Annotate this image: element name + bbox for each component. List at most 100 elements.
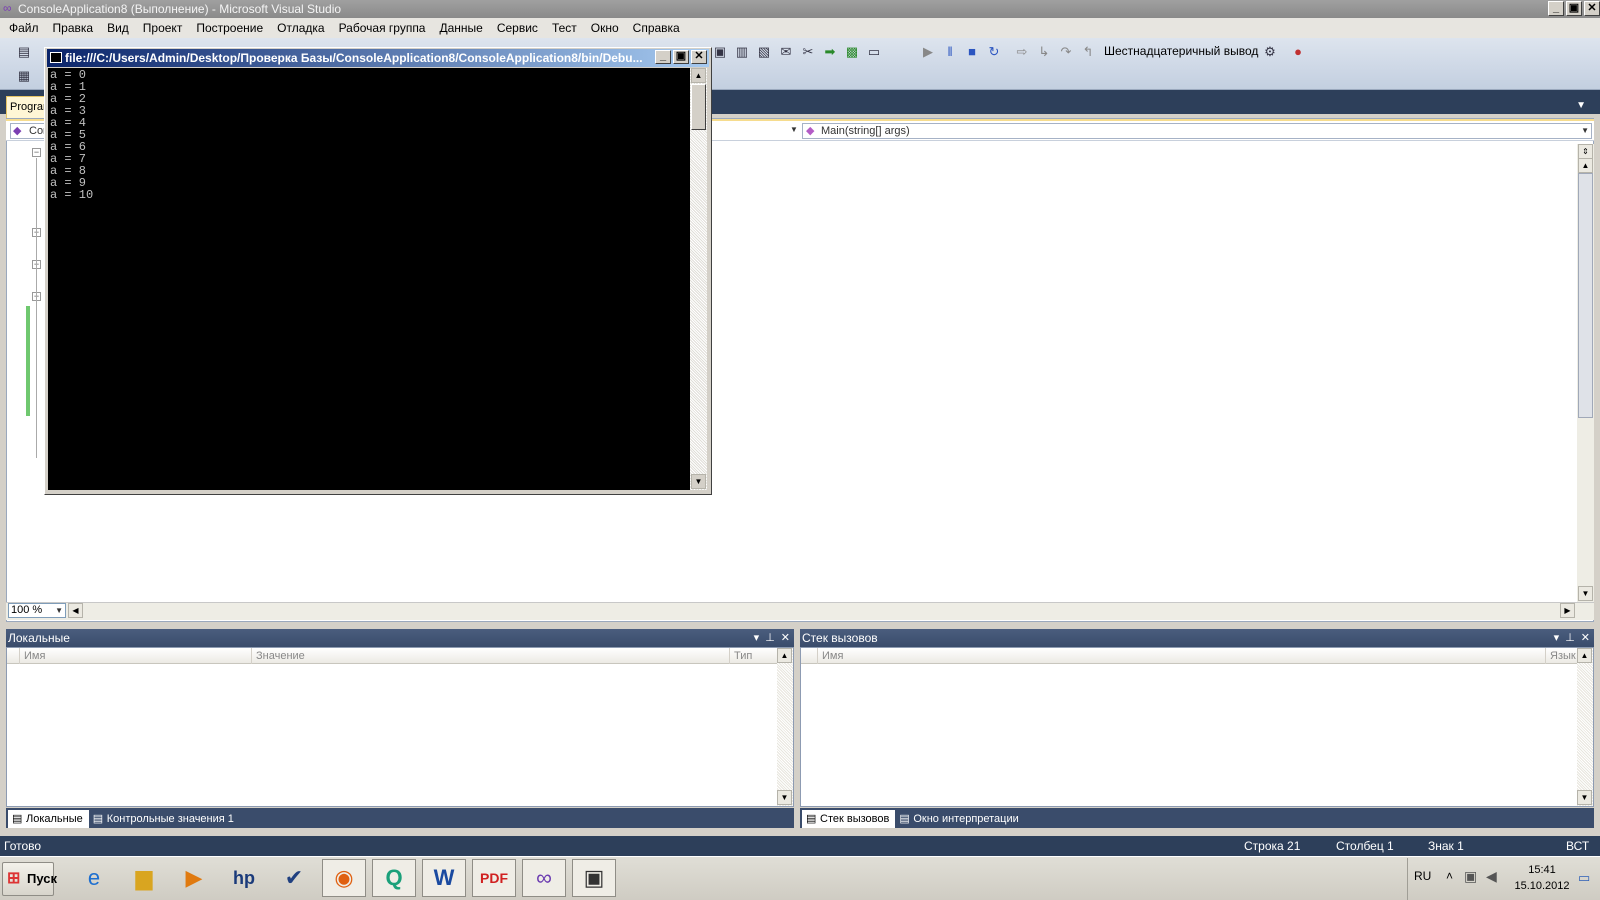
mail-icon[interactable]: ✉ — [778, 44, 794, 60]
tab-immediate[interactable]: ▤ Окно интерпретации — [895, 810, 1024, 828]
scroll-down-icon[interactable]: ▼ — [777, 790, 792, 805]
export-icon[interactable]: ➡ — [822, 44, 838, 60]
restart-icon[interactable]: ↻ — [986, 44, 1002, 60]
start-label: Пуск — [27, 871, 57, 886]
scroll-right-icon[interactable]: ▶ — [1560, 603, 1575, 618]
media-player-icon[interactable]: ▶ — [172, 859, 216, 897]
collapse-icon[interactable]: − — [32, 148, 41, 157]
tab-locals[interactable]: ▤ Локальные — [8, 810, 89, 828]
member-dropdown-value: Main(string[] args) — [821, 125, 910, 137]
comment-icon[interactable]: ▭ — [866, 44, 882, 60]
console-scrollbar[interactable] — [690, 68, 707, 490]
menu-tools[interactable]: Сервис — [490, 21, 545, 35]
firefox-icon[interactable]: ◉ — [322, 859, 366, 897]
tab-call-stack[interactable]: ▤ Стек вызовов — [802, 810, 896, 828]
minimize-button[interactable]: _ — [1548, 1, 1564, 16]
task-check-icon[interactable]: ✔ — [272, 859, 316, 897]
close-icon[interactable]: ✕ — [1581, 629, 1590, 647]
folder-icon[interactable]: ▆ — [122, 859, 166, 897]
stop-icon[interactable]: ■ — [964, 44, 980, 60]
console-close-button[interactable]: ✕ — [691, 50, 707, 64]
menu-build[interactable]: Построение — [189, 21, 270, 35]
zoom-dropdown[interactable]: 100 % ▼ — [8, 603, 66, 618]
menu-test[interactable]: Тест — [545, 21, 584, 35]
editor-horizontal-scrollbar[interactable] — [6, 602, 1594, 620]
toolbox-icon[interactable]: ▦ — [16, 68, 32, 84]
menu-data[interactable]: Данные — [432, 21, 489, 35]
step-into-icon[interactable]: ↳ — [1036, 44, 1052, 60]
start-button[interactable]: ⊞ Пуск — [2, 862, 57, 896]
scroll-up-icon[interactable]: ▲ — [1578, 158, 1593, 173]
chevron-down-icon[interactable]: ▼ — [790, 125, 798, 134]
new-project-icon[interactable]: ▤ — [16, 44, 32, 60]
internet-explorer-icon[interactable]: e — [72, 859, 116, 897]
pause-icon[interactable]: ‖ — [942, 44, 958, 60]
volume-icon[interactable]: ◀ — [1486, 868, 1497, 885]
column-value[interactable]: Значение — [251, 648, 305, 664]
menu-debug[interactable]: Отладка — [270, 21, 331, 35]
menu-file[interactable]: Файл — [2, 21, 46, 35]
scroll-down-icon[interactable]: ▼ — [1577, 790, 1592, 805]
menu-project[interactable]: Проект — [136, 21, 190, 35]
object-browser-icon[interactable]: ▧ — [756, 44, 772, 60]
scroll-up-icon[interactable]: ▲ — [691, 68, 706, 83]
class-view-icon[interactable]: ▥ — [734, 44, 750, 60]
callstack-pane[interactable] — [800, 647, 1594, 807]
breakpoints-icon[interactable]: ● — [1290, 44, 1306, 60]
step-out-icon[interactable]: ↰ — [1080, 44, 1096, 60]
locals-pane-title: Локальные — [8, 631, 70, 645]
scroll-up-icon[interactable]: ▲ — [777, 648, 792, 663]
pin-icon[interactable]: ⊥ — [1565, 629, 1575, 647]
locals-pane[interactable] — [6, 647, 794, 807]
network-icon[interactable]: ▣ — [1464, 868, 1477, 885]
show-hidden-icons-icon[interactable]: ˄ — [1446, 869, 1453, 883]
locals-scrollbar[interactable] — [777, 648, 793, 806]
menu-window[interactable]: Окно — [584, 21, 626, 35]
menu-view[interactable]: Вид — [100, 21, 136, 35]
close-button[interactable]: ✕ — [1584, 1, 1600, 16]
show-desktop-icon[interactable]: ▭ — [1578, 870, 1590, 886]
menu-edit[interactable]: Правка — [46, 21, 101, 35]
hp-icon[interactable]: hp — [222, 859, 266, 897]
maximize-button[interactable]: ▣ — [1566, 1, 1582, 16]
show-next-statement-icon[interactable]: ⇨ — [1014, 44, 1030, 60]
pdf-icon[interactable]: PDF — [472, 859, 516, 897]
tab-watch-1[interactable]: ▤ Контрольные значения 1 — [89, 810, 240, 828]
properties-icon[interactable]: ▣ — [712, 44, 728, 60]
console-scroll-thumb[interactable] — [691, 84, 706, 130]
console-title-bar[interactable]: file:///C:/Users/Admin/Desktop/Проверка … — [47, 49, 709, 67]
dropdown-icon[interactable]: ▾ — [754, 629, 760, 647]
console-maximize-button[interactable]: ▣ — [673, 50, 689, 64]
scroll-down-icon[interactable]: ▼ — [691, 474, 706, 489]
tab-list-icon[interactable]: ▼ — [1576, 100, 1586, 111]
scroll-up-icon[interactable]: ▲ — [1577, 648, 1592, 663]
windows-icon[interactable]: ▩ — [844, 44, 860, 60]
scroll-left-icon[interactable]: ◀ — [68, 603, 83, 618]
console-minimize-button[interactable]: _ — [655, 50, 671, 64]
q-app-icon[interactable]: Q — [372, 859, 416, 897]
editor-scroll-thumb[interactable] — [1578, 173, 1593, 418]
split-icon[interactable]: ⇕ — [1578, 144, 1593, 159]
member-dropdown[interactable]: ◆ Main(string[] args) ▼ — [802, 123, 1592, 139]
scroll-down-icon[interactable]: ▼ — [1578, 586, 1593, 601]
word-icon[interactable]: W — [422, 859, 466, 897]
column-name[interactable]: Имя — [817, 648, 843, 664]
tools-icon[interactable]: ✂ — [800, 44, 816, 60]
continue-icon[interactable]: ▶ — [920, 44, 936, 60]
console-icon[interactable]: ▣ — [572, 859, 616, 897]
hex-display-button[interactable]: Шестнадцатеричный вывод — [1104, 43, 1258, 59]
threads-icon[interactable]: ⚙ — [1262, 44, 1278, 60]
column-type[interactable]: Тип — [729, 648, 752, 664]
close-icon[interactable]: ✕ — [781, 629, 790, 647]
clock[interactable]: 15:41 15.10.2012 — [1512, 862, 1572, 894]
menu-team[interactable]: Рабочая группа — [332, 21, 433, 35]
step-over-icon[interactable]: ↷ — [1058, 44, 1074, 60]
visual-studio-icon[interactable]: ∞ — [522, 859, 566, 897]
pin-icon[interactable]: ⊥ — [765, 629, 775, 647]
column-name[interactable]: Имя — [19, 648, 45, 664]
language-indicator[interactable]: RU — [1414, 869, 1431, 883]
callstack-scrollbar[interactable] — [1577, 648, 1593, 806]
menu-help[interactable]: Справка — [626, 21, 687, 35]
column-language[interactable]: Язык — [1545, 648, 1577, 664]
dropdown-icon[interactable]: ▾ — [1554, 629, 1560, 647]
